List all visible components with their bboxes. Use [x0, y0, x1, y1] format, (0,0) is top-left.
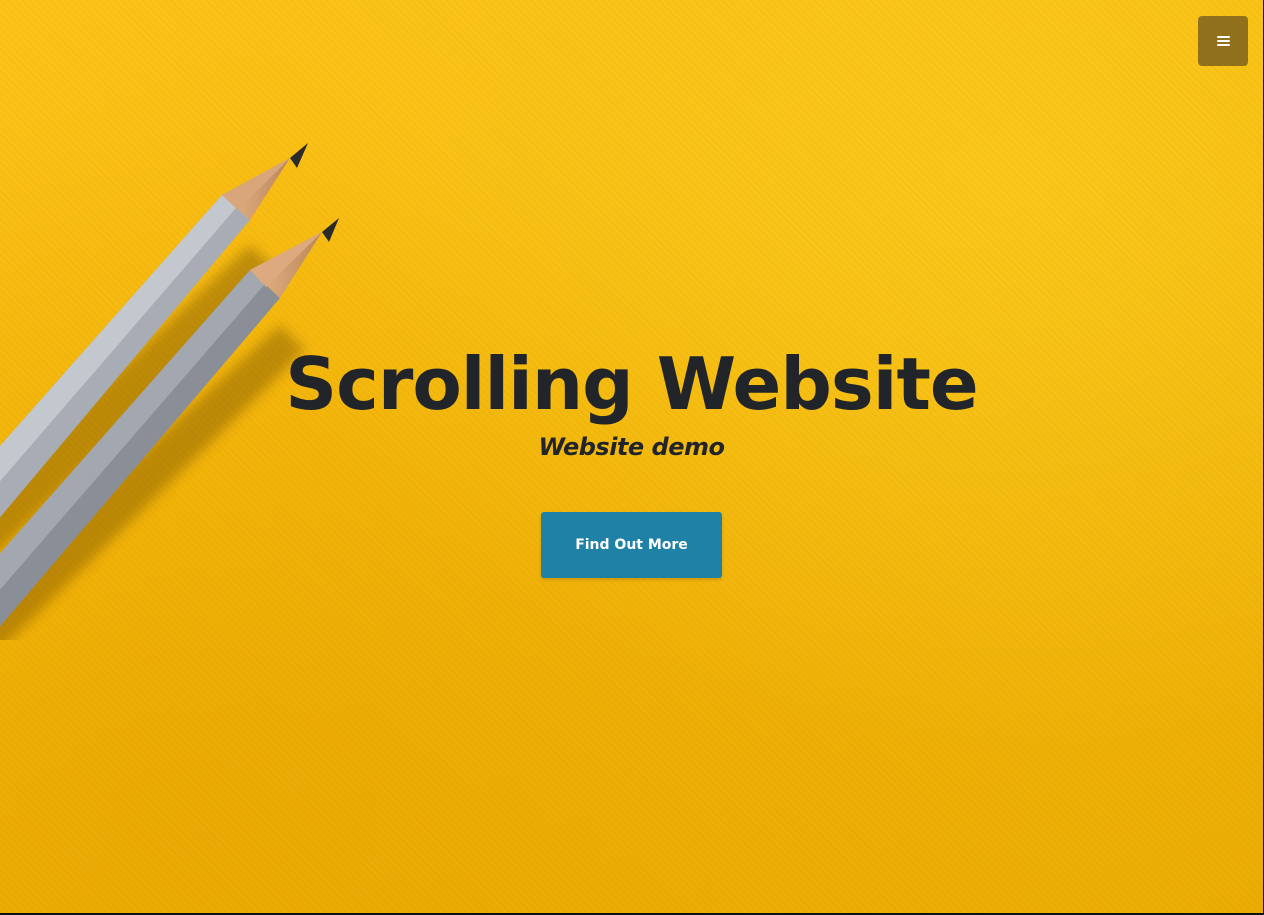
hamburger-menu-icon [1216, 35, 1230, 47]
menu-toggle-button[interactable] [1198, 16, 1248, 66]
hero-section: Scrolling Website Website demo Find Out … [0, 0, 1263, 913]
find-out-more-button[interactable]: Find Out More [541, 512, 722, 578]
hero-content: Scrolling Website Website demo Find Out … [0, 336, 1263, 578]
page-subtitle: Website demo [538, 433, 725, 461]
page-title: Scrolling Website [285, 342, 978, 426]
